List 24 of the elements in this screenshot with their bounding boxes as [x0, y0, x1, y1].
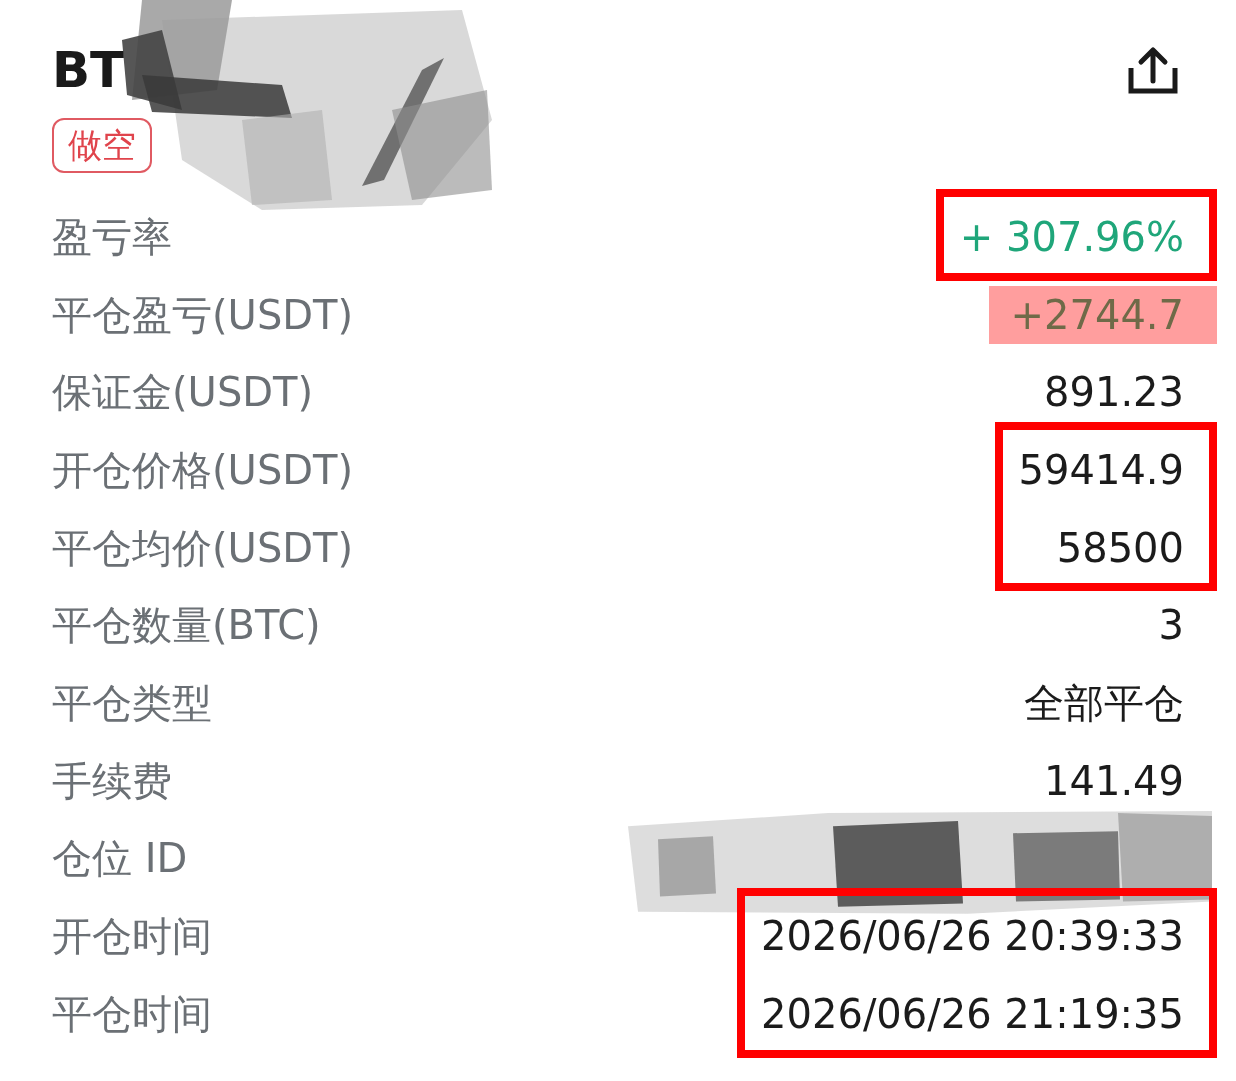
field-value: 891.23 [1044, 368, 1184, 418]
pair-title: BT [52, 40, 125, 100]
profit-value: + 307.96% [959, 212, 1184, 262]
direction-tag: 做空 [52, 118, 152, 173]
field-value: 141.49 [1044, 756, 1184, 806]
field-label: 开仓时间 [52, 912, 213, 962]
field-label: 平仓数量(BTC) [52, 601, 322, 651]
field-value: 58500 [1056, 523, 1184, 573]
field-label: 盈亏率 [52, 212, 173, 262]
field-value: 全部平仓 [1024, 678, 1184, 728]
field-label: 手续费 [52, 756, 173, 806]
field-label: 平仓类型 [52, 678, 213, 728]
field-value: 2026/06/26 21:19:35 [761, 989, 1184, 1039]
field-value: 2026/06/26 20:39:33 [761, 912, 1184, 962]
highlighted-value: +2744.7 [988, 285, 1217, 344]
field-label: 开仓价格(USDT) [52, 445, 355, 495]
field-label: 仓位 ID [52, 834, 189, 884]
field-label: 保证金(USDT) [52, 368, 315, 418]
field-value: 59414.9 [1018, 445, 1184, 495]
field-label: 平仓盈亏(USDT) [52, 290, 355, 340]
share-icon[interactable] [1128, 44, 1178, 94]
field-label: 平仓时间 [52, 989, 213, 1039]
field-value: 3 [1158, 601, 1184, 651]
field-label: 平仓均价(USDT) [52, 523, 355, 573]
